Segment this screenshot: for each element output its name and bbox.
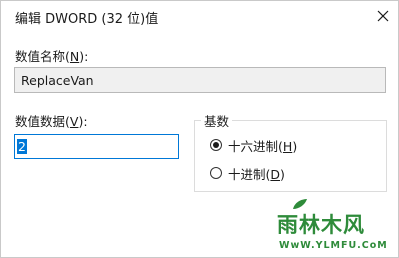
- radio-decimal[interactable]: 十进制(D): [210, 165, 285, 182]
- dialog-title: 编辑 DWORD (32 位)值: [15, 12, 159, 27]
- radio-unselected-icon: [210, 167, 222, 179]
- radio-selected-icon: [210, 139, 222, 151]
- title-bar: 编辑 DWORD (32 位)值: [1, 1, 398, 31]
- value-data-text: 2: [17, 139, 27, 154]
- value-name-field[interactable]: ReplaceVan: [14, 67, 386, 93]
- value-name-label: 数值名称(N):: [15, 49, 89, 64]
- base-group-title: 基数: [201, 111, 233, 130]
- close-icon: [377, 10, 389, 22]
- radio-hexadecimal-label: 十六进制(H): [228, 138, 298, 154]
- value-name-text: ReplaceVan: [21, 73, 94, 88]
- radio-decimal-label: 十进制(D): [228, 166, 285, 182]
- value-data-input[interactable]: 2: [14, 134, 179, 159]
- edit-dword-dialog: 编辑 DWORD (32 位)值 数值名称(N): ReplaceVan 数值数…: [0, 0, 399, 258]
- value-data-label: 数值数据(V):: [15, 114, 88, 129]
- radio-hexadecimal[interactable]: 十六进制(H): [210, 137, 298, 154]
- watermark-url: WwW.YLMFU.CoM: [279, 240, 388, 251]
- close-button[interactable]: [369, 3, 397, 29]
- watermark-title: 雨林木风: [277, 213, 365, 237]
- base-group: [194, 120, 387, 192]
